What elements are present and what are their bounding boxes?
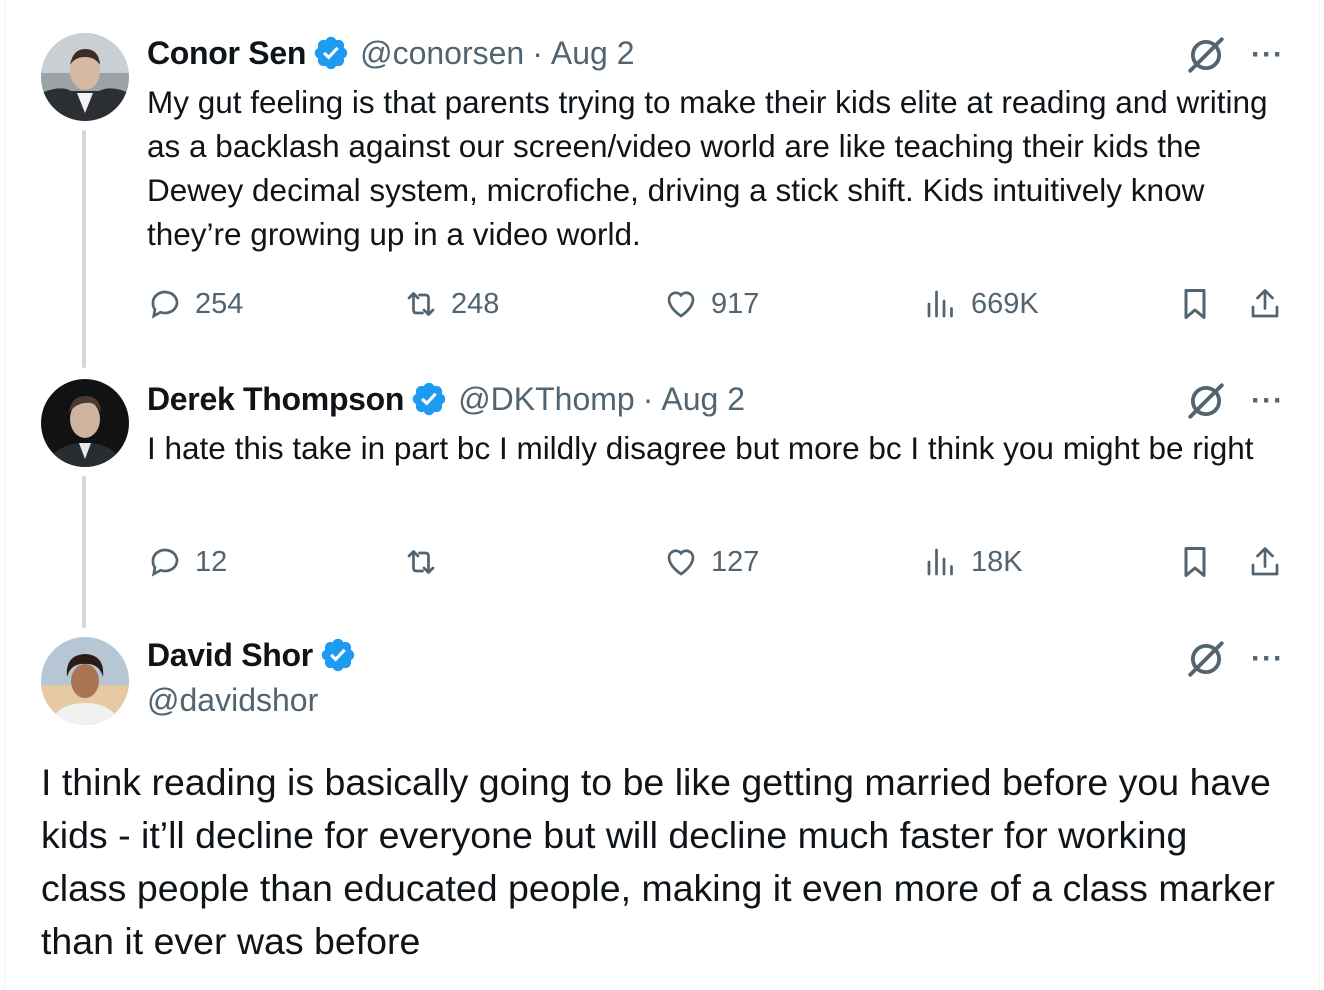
avatar[interactable] bbox=[41, 379, 129, 467]
avatar[interactable] bbox=[41, 637, 129, 725]
tweet-actions: 254 248 917 669K bbox=[147, 286, 1287, 326]
heart-icon bbox=[663, 544, 711, 580]
more-options-icon[interactable]: ··· bbox=[1251, 386, 1284, 416]
grok-icon[interactable] bbox=[1185, 380, 1227, 422]
more-options-icon[interactable]: ··· bbox=[1251, 40, 1284, 70]
tweet-text: My gut feeling is that parents trying to… bbox=[147, 84, 1268, 252]
repost-count: 248 bbox=[451, 287, 500, 320]
heart-icon bbox=[663, 286, 711, 322]
views-chart-icon bbox=[923, 286, 971, 322]
tweet-top-icons: ··· bbox=[1185, 380, 1284, 422]
separator-dot: · bbox=[532, 34, 543, 71]
display-name[interactable]: Conor Sen bbox=[147, 35, 306, 72]
grok-icon[interactable] bbox=[1185, 34, 1227, 76]
tweet-actions: 12 127 18K bbox=[147, 544, 1287, 584]
like-count: 127 bbox=[711, 545, 760, 578]
views-chart-icon bbox=[923, 544, 971, 580]
tweet-date[interactable]: Aug 2 bbox=[551, 35, 635, 72]
tweet-top-icons: ··· bbox=[1185, 34, 1284, 76]
repost-button[interactable] bbox=[403, 544, 451, 580]
thread-connector-line bbox=[82, 130, 86, 368]
repost-button[interactable]: 248 bbox=[403, 286, 499, 322]
tweet-header: Conor Sen @conorsen · Aug 2 bbox=[147, 34, 635, 72]
views-button[interactable]: 18K bbox=[923, 544, 1023, 580]
share-icon bbox=[1247, 544, 1283, 580]
user-handle[interactable]: @davidshor bbox=[147, 682, 318, 719]
display-name[interactable]: Derek Thompson bbox=[147, 381, 404, 418]
thread-connector-line bbox=[82, 476, 86, 628]
display-name[interactable]: David Shor bbox=[147, 637, 313, 674]
share-icon bbox=[1247, 286, 1283, 322]
views-button[interactable]: 669K bbox=[923, 286, 1039, 322]
like-button[interactable]: 917 bbox=[663, 286, 759, 322]
main-tweet-text: I think reading is basically going to be… bbox=[41, 761, 1276, 962]
reply-button[interactable]: 12 bbox=[147, 544, 227, 580]
share-button[interactable] bbox=[1247, 544, 1283, 580]
view-count: 18K bbox=[971, 545, 1023, 578]
like-count: 917 bbox=[711, 287, 760, 320]
bookmark-button[interactable] bbox=[1177, 544, 1213, 580]
bookmark-icon bbox=[1177, 286, 1213, 322]
verified-badge-icon[interactable] bbox=[410, 380, 448, 418]
separator-dot: · bbox=[642, 380, 654, 417]
tweet-top-icons: ··· bbox=[1185, 638, 1284, 680]
more-options-icon[interactable]: ··· bbox=[1251, 644, 1284, 674]
reply-count: 12 bbox=[195, 545, 228, 578]
tweet-text: I hate this take in part bc I mildly dis… bbox=[147, 430, 1254, 466]
reply-icon bbox=[147, 544, 195, 580]
user-handle[interactable]: @conorsen bbox=[360, 35, 524, 72]
reply-button[interactable]: 254 bbox=[147, 286, 243, 322]
repost-icon bbox=[403, 544, 451, 580]
tweet-header: Derek Thompson @DKThomp · Aug 2 bbox=[147, 380, 745, 418]
reply-icon bbox=[147, 286, 195, 322]
avatar[interactable] bbox=[41, 33, 129, 121]
tweet-date[interactable]: Aug 2 bbox=[661, 381, 745, 418]
bookmark-icon bbox=[1177, 544, 1213, 580]
main-tweet-header: David Shor bbox=[147, 636, 367, 674]
view-count: 669K bbox=[971, 287, 1039, 320]
reply-count: 254 bbox=[195, 287, 244, 320]
verified-badge-icon[interactable] bbox=[312, 34, 350, 72]
like-button[interactable]: 127 bbox=[663, 544, 759, 580]
repost-icon bbox=[403, 286, 451, 322]
grok-icon[interactable] bbox=[1185, 638, 1227, 680]
bookmark-button[interactable] bbox=[1177, 286, 1213, 322]
verified-badge-icon[interactable] bbox=[319, 636, 357, 674]
user-handle[interactable]: @DKThomp bbox=[458, 381, 635, 418]
share-button[interactable] bbox=[1247, 286, 1283, 322]
